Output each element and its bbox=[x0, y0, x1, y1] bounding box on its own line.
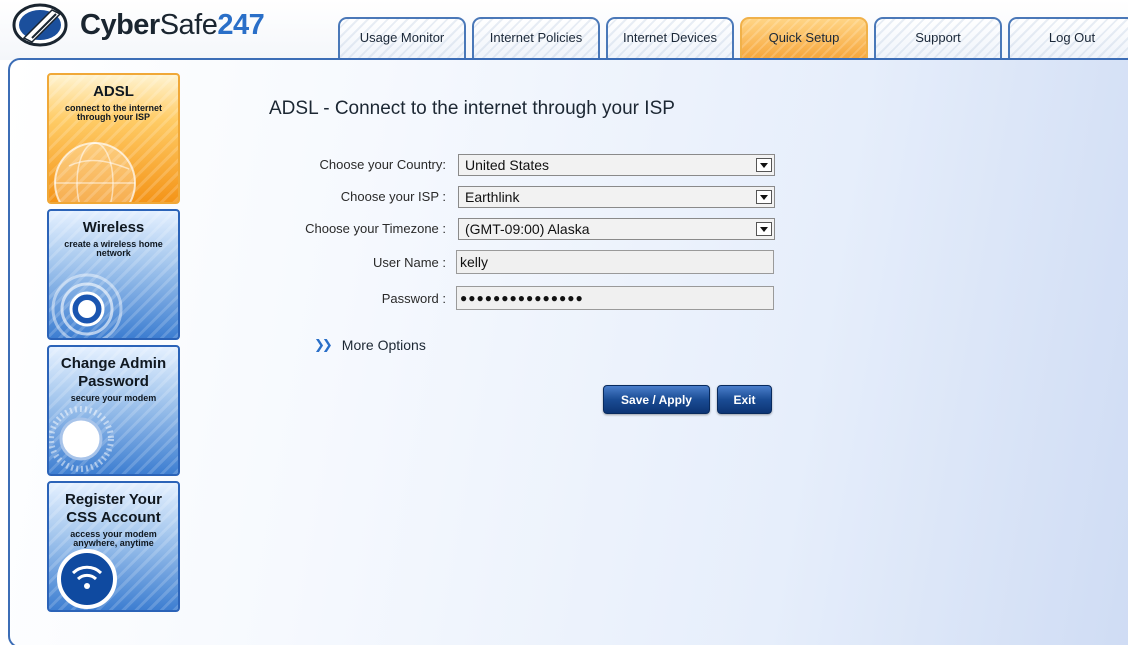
page-title: ADSL - Connect to the internet through y… bbox=[269, 98, 675, 119]
timezone-select-value: (GMT-09:00) Alaska bbox=[465, 221, 590, 237]
tab-label: Internet Devices bbox=[623, 30, 717, 45]
isp-select[interactable]: Earthlink bbox=[458, 186, 775, 208]
password-label: Password : bbox=[381, 291, 446, 306]
tab-label: Internet Policies bbox=[489, 30, 583, 45]
tab-usage-monitor[interactable]: Usage Monitor bbox=[338, 17, 466, 60]
tab-label: Log Out bbox=[1048, 30, 1096, 45]
exit-label: Exit bbox=[733, 392, 756, 407]
tab-label: Quick Setup bbox=[768, 30, 840, 45]
country-select[interactable]: United States bbox=[458, 154, 775, 176]
double-chevron-right-icon: ❯❯ bbox=[314, 337, 333, 352]
header: CyberSafe247 Usage Monitor Internet Poli… bbox=[0, 0, 1128, 60]
more-options-link[interactable]: ❯❯ More Options bbox=[314, 337, 426, 353]
password-field[interactable]: ●●●●●●●●●●●●●●● bbox=[456, 286, 774, 310]
isp-label: Choose your ISP : bbox=[340, 189, 446, 204]
timezone-select[interactable]: (GMT-09:00) Alaska bbox=[458, 218, 775, 240]
sidebar-card-register-css-account[interactable]: Register Your CSS Account access your mo… bbox=[47, 481, 180, 612]
tab-label: Usage Monitor bbox=[359, 30, 445, 45]
exit-button[interactable]: Exit bbox=[717, 385, 772, 414]
chevron-down-icon bbox=[756, 190, 772, 204]
tab-support[interactable]: Support bbox=[874, 17, 1002, 60]
chevron-down-icon bbox=[756, 222, 772, 236]
save-apply-button[interactable]: Save / Apply bbox=[603, 385, 710, 414]
wifi-icon bbox=[57, 549, 117, 609]
logo-icon bbox=[12, 3, 68, 47]
sidebar-card-change-admin-password[interactable]: Change Admin Password secure your modem bbox=[47, 345, 180, 476]
username-field[interactable]: kelly bbox=[456, 250, 774, 274]
brand-name: CyberSafe247 bbox=[80, 8, 265, 41]
chevron-down-icon bbox=[756, 158, 772, 172]
country-label: Choose your Country: bbox=[319, 157, 446, 172]
country-select-value: United States bbox=[465, 157, 550, 173]
tab-internet-policies[interactable]: Internet Policies bbox=[472, 17, 600, 60]
sidebar-card-adsl[interactable]: ADSL connect to the internet through you… bbox=[47, 73, 180, 204]
username-label: User Name : bbox=[373, 255, 446, 270]
wireless-rings-icon bbox=[51, 273, 123, 338]
logo: CyberSafe247 bbox=[10, 2, 265, 48]
more-options-label: More Options bbox=[341, 337, 426, 353]
sidebar-card-wireless[interactable]: Wireless create a wireless home network bbox=[47, 209, 180, 340]
tab-log-out[interactable]: Log Out bbox=[1008, 17, 1128, 60]
globe-icon bbox=[54, 142, 136, 202]
save-apply-label: Save / Apply bbox=[621, 392, 692, 407]
tab-label: Support bbox=[915, 30, 961, 45]
timezone-label: Choose your Timezone : bbox=[305, 221, 446, 236]
dial-icon bbox=[49, 406, 114, 472]
tab-quick-setup[interactable]: Quick Setup bbox=[740, 17, 868, 60]
tab-internet-devices[interactable]: Internet Devices bbox=[606, 17, 734, 60]
isp-select-value: Earthlink bbox=[465, 189, 520, 205]
